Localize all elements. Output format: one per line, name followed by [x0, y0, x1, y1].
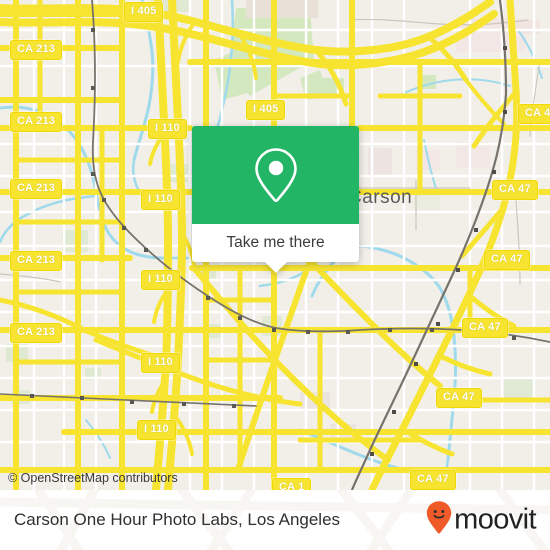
road-shield-i110-5: I 110	[137, 420, 176, 440]
road-shield-ca213-2: CA 213	[10, 112, 63, 132]
road-shield-ca213-1: CA 213	[10, 40, 63, 60]
road-shield-i110-3: I 110	[141, 270, 180, 290]
moovit-wordmark: moovit	[454, 503, 536, 536]
popup-pin-area	[192, 126, 359, 224]
destination-popup-card[interactable]: Take me there	[192, 126, 359, 273]
road-shield-ca213-5: CA 213	[10, 323, 63, 343]
moovit-logo: moovit	[426, 501, 537, 540]
road-shield-ca1: CA 1	[272, 478, 312, 490]
road-shield-ca47-2: CA 47	[484, 250, 530, 270]
map-attribution: © OpenStreetMap contributors	[8, 471, 178, 485]
road-shield-i110-1: I 110	[148, 119, 187, 139]
take-me-there-label: Take me there	[226, 234, 325, 251]
road-shield-i405-mid: I 405	[246, 100, 286, 120]
bottom-info-bar: Carson One Hour Photo Labs, Los Angeles …	[0, 490, 550, 550]
road-shield-i405-top: I 405	[124, 2, 164, 22]
place-title: Carson One Hour Photo Labs, Los Angeles	[14, 510, 341, 529]
road-shield-ca47-5: CA 47	[410, 470, 456, 490]
road-shield-i110-4: I 110	[141, 353, 180, 373]
popup-arrow	[264, 262, 287, 273]
map-canvas[interactable]: .rd { fill:none; stroke:#f7e431; stroke-…	[0, 0, 550, 490]
road-shield-i110-2: I 110	[141, 190, 180, 210]
road-shield-ca213-3: CA 213	[10, 179, 63, 199]
take-me-there-button[interactable]: Take me there	[192, 224, 359, 262]
road-shield-ca47-3: CA 47	[462, 318, 508, 338]
map-screenshot: .rd { fill:none; stroke:#f7e431; stroke-…	[0, 0, 550, 550]
moovit-smiley-pin-icon	[426, 501, 452, 540]
road-shield-ca47-edge: CA 47	[518, 104, 550, 124]
location-pin-icon	[254, 147, 298, 203]
road-shield-ca47-4: CA 47	[436, 388, 482, 408]
road-shield-ca213-4: CA 213	[10, 251, 63, 271]
road-shield-ca47-1: CA 47	[492, 180, 538, 200]
